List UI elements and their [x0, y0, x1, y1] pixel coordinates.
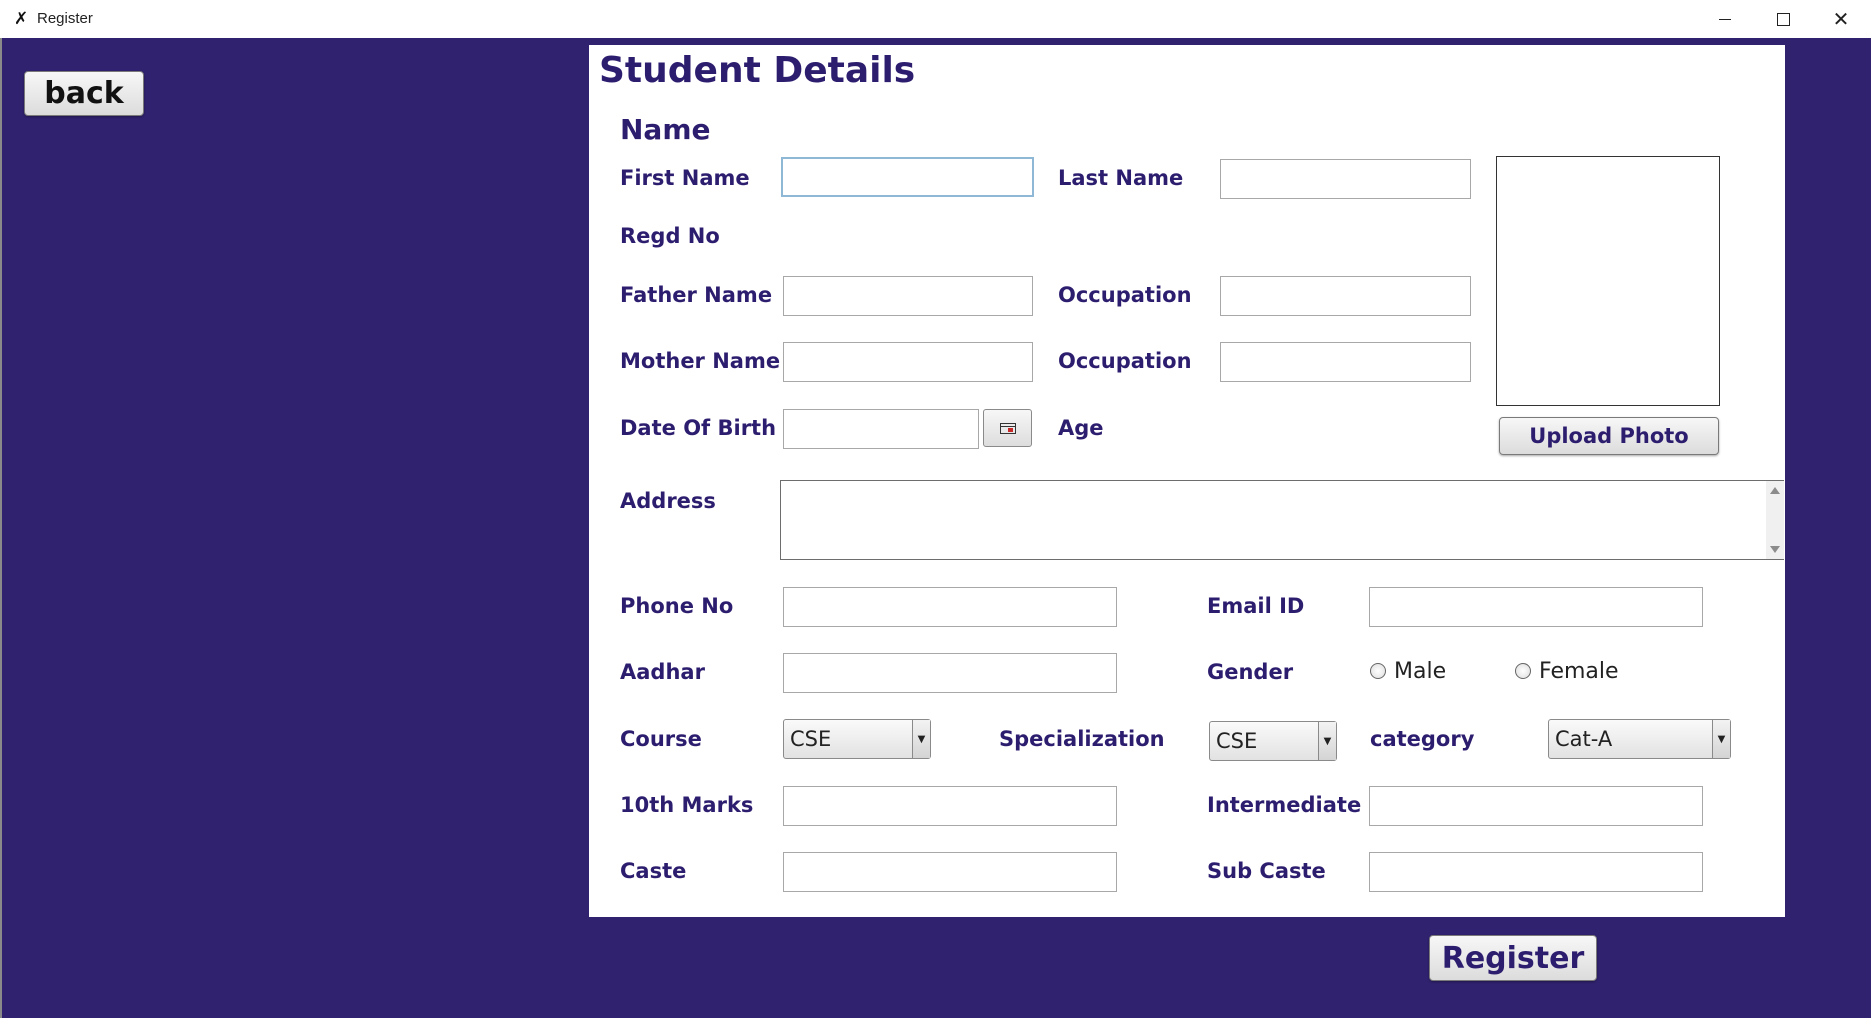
caste-label: Caste	[620, 859, 687, 883]
gender-male-label[interactable]: Male	[1394, 659, 1446, 684]
tenth-marks-input[interactable]	[783, 786, 1117, 826]
name-section-heading: Name	[620, 113, 711, 146]
page-title: Student Details	[599, 50, 916, 91]
course-select[interactable]: CSE ▼	[783, 719, 931, 759]
dob-label: Date Of Birth	[620, 416, 777, 440]
aadhar-input[interactable]	[783, 653, 1117, 693]
father-occupation-label: Occupation	[1058, 283, 1192, 307]
gender-male-radio[interactable]	[1370, 663, 1386, 679]
photo-preview	[1496, 156, 1720, 406]
caste-input[interactable]	[783, 852, 1117, 892]
tenth-marks-label: 10th Marks	[620, 793, 754, 817]
gender-female-label[interactable]: Female	[1539, 659, 1619, 684]
java-duke-icon: ✗	[14, 9, 29, 29]
specialization-selected-value: CSE	[1216, 729, 1258, 753]
phone-input[interactable]	[783, 587, 1117, 627]
intermediate-label: Intermediate	[1207, 793, 1362, 817]
phone-label: Phone No	[620, 594, 734, 618]
minimize-button[interactable]	[1696, 0, 1754, 38]
father-occupation-input[interactable]	[1220, 276, 1471, 316]
maximize-button[interactable]	[1754, 0, 1812, 38]
category-label: category	[1370, 727, 1475, 751]
dob-input[interactable]	[783, 409, 979, 449]
intermediate-input[interactable]	[1369, 786, 1703, 826]
scroll-down-arrow-icon[interactable]	[1770, 546, 1780, 553]
first-name-input[interactable]	[781, 157, 1034, 197]
father-name-input[interactable]	[783, 276, 1033, 316]
scroll-up-arrow-icon[interactable]	[1770, 487, 1780, 494]
gender-label: Gender	[1207, 660, 1294, 684]
register-button[interactable]: Register	[1429, 935, 1597, 981]
close-icon: ✕	[1832, 7, 1850, 31]
dropdown-arrow-icon[interactable]: ▼	[1318, 722, 1336, 760]
age-label: Age	[1058, 416, 1104, 440]
window-title: Register	[37, 10, 93, 27]
maximize-icon	[1776, 12, 1790, 26]
address-scrollbar[interactable]	[1766, 481, 1784, 559]
upload-photo-button[interactable]: Upload Photo	[1499, 417, 1719, 455]
category-selected-value: Cat-A	[1555, 727, 1613, 751]
last-name-input[interactable]	[1220, 159, 1471, 199]
gender-female-radio[interactable]	[1515, 663, 1531, 679]
mother-name-label: Mother Name	[620, 349, 781, 373]
sub-caste-label: Sub Caste	[1207, 859, 1326, 883]
mother-occupation-input[interactable]	[1220, 342, 1471, 382]
course-label: Course	[620, 727, 702, 751]
regd-no-label: Regd No	[620, 224, 720, 248]
address-label: Address	[620, 489, 716, 513]
email-input[interactable]	[1369, 587, 1703, 627]
aadhar-label: Aadhar	[620, 660, 705, 684]
title-bar: ✗ Register ✕	[0, 0, 1871, 39]
dropdown-arrow-icon[interactable]: ▼	[912, 720, 930, 758]
last-name-label: Last Name	[1058, 166, 1184, 190]
calendar-icon	[999, 422, 1016, 434]
specialization-label: Specialization	[999, 727, 1165, 751]
mother-name-input[interactable]	[783, 342, 1033, 382]
address-textarea[interactable]	[780, 480, 1784, 560]
specialization-select[interactable]: CSE ▼	[1209, 721, 1337, 761]
minimize-icon	[1719, 18, 1731, 20]
sub-caste-input[interactable]	[1369, 852, 1703, 892]
first-name-label: First Name	[620, 166, 750, 190]
back-button[interactable]: back	[24, 71, 144, 116]
dropdown-arrow-icon[interactable]: ▼	[1712, 720, 1730, 758]
father-name-label: Father Name	[620, 283, 773, 307]
close-button[interactable]: ✕	[1812, 0, 1870, 38]
category-select[interactable]: Cat-A ▼	[1548, 719, 1731, 759]
mother-occupation-label: Occupation	[1058, 349, 1192, 373]
date-picker-button[interactable]	[983, 409, 1032, 447]
course-selected-value: CSE	[790, 727, 832, 751]
email-label: Email ID	[1207, 594, 1305, 618]
